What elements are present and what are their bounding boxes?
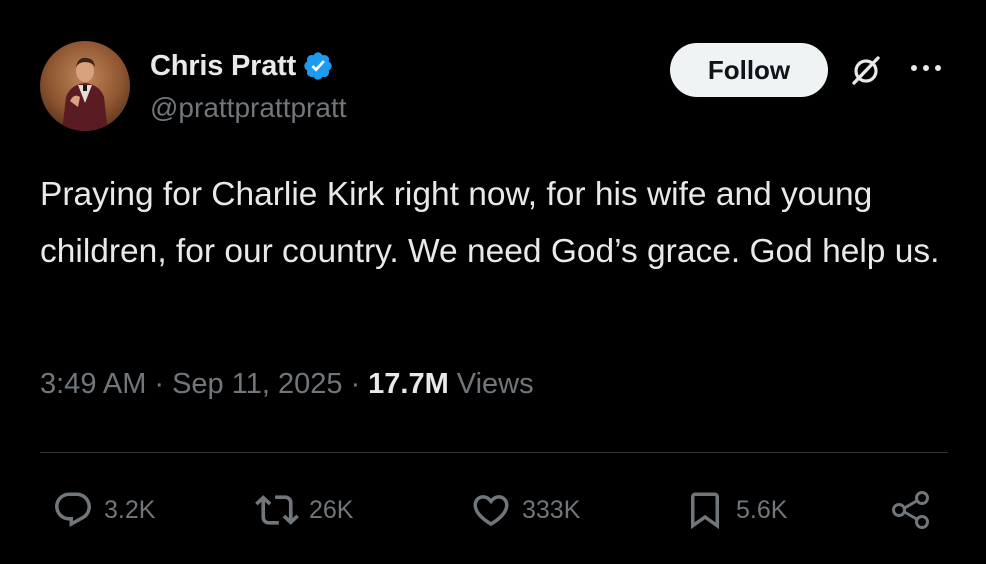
- user-handle[interactable]: @prattprattpratt: [150, 92, 347, 124]
- tweet-time[interactable]: 3:49 AM: [40, 368, 146, 401]
- tweet-date[interactable]: Sep 11, 2025: [172, 368, 342, 401]
- tweet-metadata: 3:49 AM · Sep 11, 2025 · 17.7M Views: [40, 368, 534, 401]
- meta-separator: ·: [154, 368, 165, 400]
- divider: [40, 452, 948, 453]
- like-button[interactable]: 333K: [470, 487, 580, 533]
- views-label: Views: [456, 368, 534, 400]
- bookmark-icon: [691, 492, 719, 530]
- reply-button[interactable]: 3.2K: [52, 487, 155, 533]
- share-icon: [892, 491, 929, 529]
- reply-count: 3.2K: [104, 495, 156, 524]
- display-name[interactable]: Chris Pratt: [150, 50, 296, 83]
- meta-separator: ·: [350, 368, 361, 400]
- repost-button[interactable]: 26K: [255, 487, 353, 533]
- share-button[interactable]: [888, 487, 944, 533]
- follow-button[interactable]: Follow: [670, 43, 828, 97]
- verified-badge-icon: [302, 50, 334, 82]
- like-count: 333K: [522, 495, 581, 524]
- repost-count: 26K: [309, 495, 354, 524]
- tweet-card: Chris Pratt @prattprattpratt Follow Pray…: [0, 0, 986, 564]
- tweet-text: Praying for Charlie Kirk right now, for …: [40, 176, 940, 270]
- repost-icon: [255, 495, 299, 525]
- more-icon[interactable]: [906, 58, 946, 78]
- heart-icon: [473, 495, 509, 527]
- reply-icon: [55, 492, 91, 527]
- name-row: Chris Pratt: [150, 46, 334, 86]
- avatar[interactable]: [40, 41, 130, 131]
- avatar-image: [40, 41, 130, 131]
- bookmark-button[interactable]: 5.6K: [684, 487, 787, 533]
- views-count: 17.7M: [368, 368, 449, 400]
- grok-icon[interactable]: [846, 50, 886, 90]
- bookmark-count: 5.6K: [736, 495, 788, 524]
